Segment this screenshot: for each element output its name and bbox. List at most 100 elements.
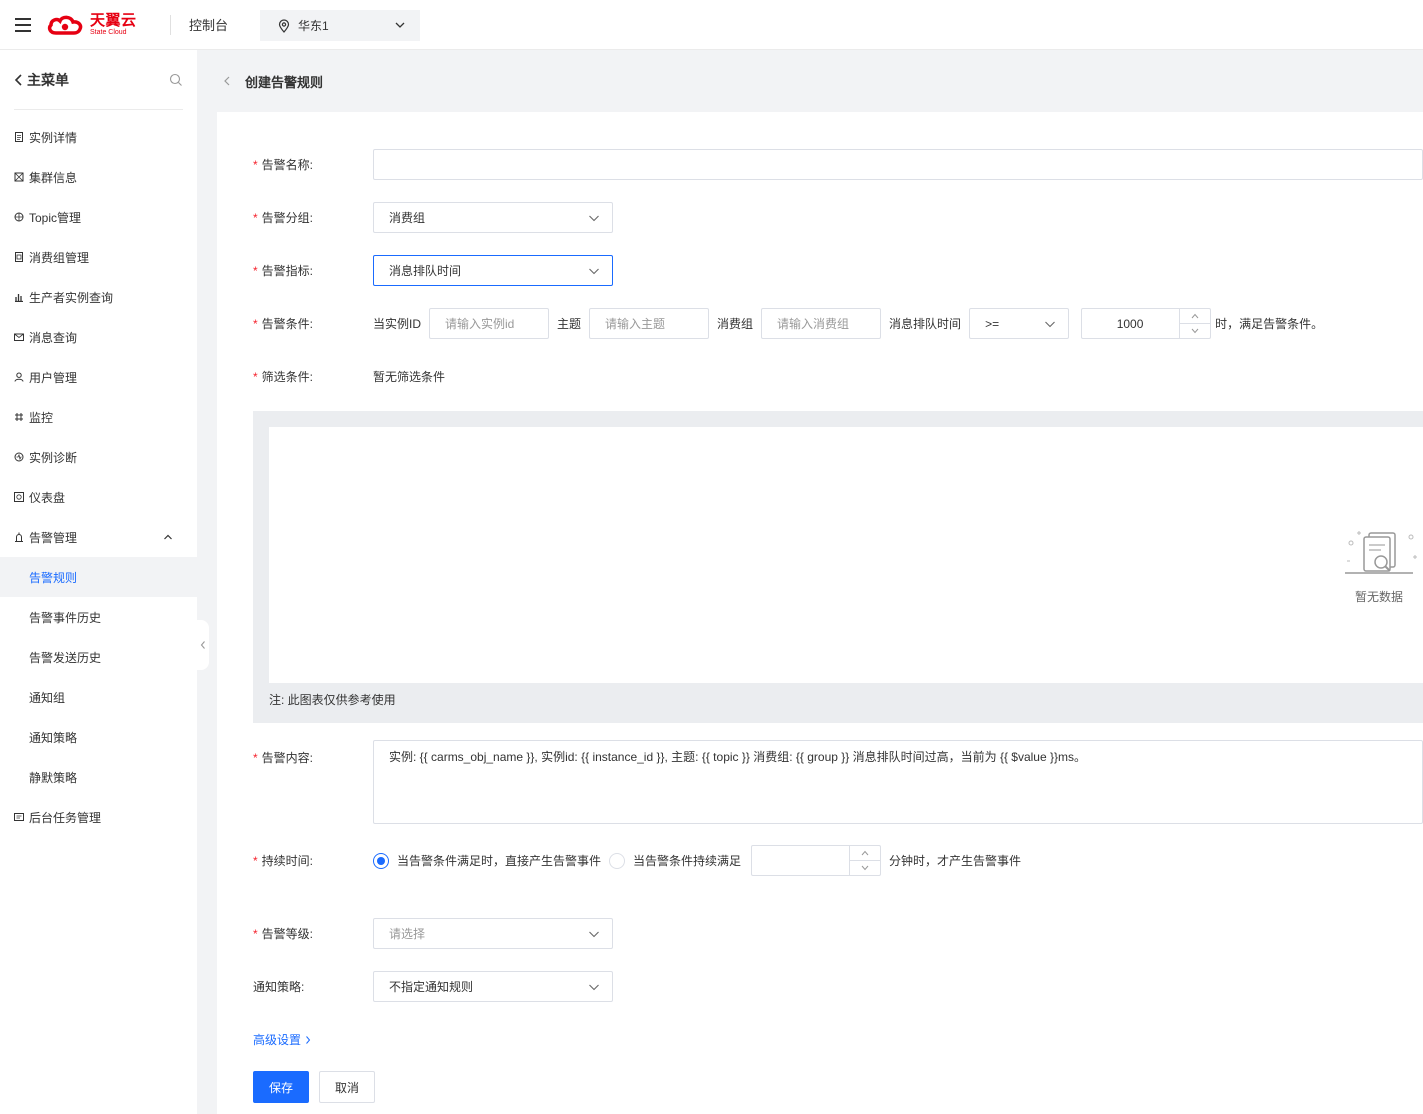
sidebar-item-label: 告警规则 [29, 570, 78, 585]
sidebar-item-producer[interactable]: 生产者实例查询 [0, 277, 197, 317]
sidebar: 主菜单 实例详情 集群信息 Topic管理 消费组管理 生产者实例查询 消息查询… [0, 50, 197, 1114]
chevron-up-icon [861, 850, 869, 856]
sidebar-item-monitor[interactable]: 监控 [0, 397, 197, 437]
sidebar-item-user[interactable]: 用户管理 [0, 357, 197, 397]
threshold-value: 1000 [1116, 316, 1144, 331]
logo[interactable]: 天翼云 State Cloud [46, 0, 156, 50]
chart-note: 注: 此图表仅供参考使用 [269, 693, 396, 707]
required-mark: * [253, 370, 258, 384]
alarm-content-textarea[interactable]: 实例: {{ carms_obj_name }}, 实例id: {{ insta… [373, 740, 1423, 824]
hamburger-menu-icon[interactable] [0, 0, 46, 50]
main-menu-back[interactable]: 主菜单 [14, 70, 69, 90]
sidebar-title: 主菜单 [27, 71, 69, 88]
alarm-group-select[interactable]: 消费组 [373, 202, 613, 233]
threshold-stepper[interactable]: 1000 [1081, 308, 1212, 339]
cluster-icon [14, 172, 24, 182]
select-value: >= [985, 316, 1000, 331]
chevron-left-icon [14, 73, 22, 86]
back-arrow-icon[interactable] [223, 75, 231, 87]
form-row-advanced: 高级设置 [253, 1031, 312, 1048]
save-button[interactable]: 保存 [253, 1071, 309, 1103]
select-value: 不指定通知规则 [389, 980, 474, 994]
advanced-settings-link[interactable]: 高级设置 [253, 1031, 312, 1048]
duration-immediate-radio[interactable]: 当告警条件满足时，直接产生告警事件 [373, 852, 601, 869]
instance-id-input[interactable]: 请输入实例id [429, 308, 550, 339]
location-pin-icon [278, 18, 290, 33]
duration-sustained-radio[interactable]: 当告警条件持续满足 [609, 852, 741, 869]
sidebar-item-label: 静默策略 [29, 770, 78, 785]
user-icon [14, 372, 24, 382]
duration-label: * 持续时间: [253, 854, 314, 868]
sidebar-item-alarm-management[interactable]: 告警管理 [0, 517, 197, 557]
radio-label: 当告警条件持续满足 [633, 854, 742, 868]
no-data-icon [1345, 531, 1417, 574]
chevron-up-icon [164, 534, 172, 540]
radio-checked [373, 852, 389, 869]
required-mark: * [253, 927, 258, 941]
empty-text: 暂无数据 [1354, 590, 1403, 604]
notify-policy-select[interactable]: 不指定通知规则 [373, 971, 613, 1002]
increment-button[interactable] [850, 846, 881, 861]
mail-icon [14, 333, 24, 341]
alarm-level-select[interactable]: 请选择 [373, 918, 613, 949]
required-mark: * [253, 317, 258, 331]
condition-instance-text: 当实例ID [373, 317, 422, 331]
topic-input[interactable]: 请输入主题 [589, 308, 710, 339]
decrement-button[interactable] [1180, 324, 1210, 338]
select-placeholder: 请选择 [389, 927, 426, 941]
decrement-button[interactable] [850, 861, 880, 875]
chart-preview-panel: 暂无数据 注: 此图表仅供参考使用 [253, 411, 1423, 723]
required-mark: * [253, 751, 258, 765]
sidebar-item-label: 消息查询 [29, 330, 78, 345]
form-card: * 告警名称: * 告警分组: 消费组 * 告警指标: 消息排队时间 * 告警条件: 当… [217, 112, 1423, 1114]
sidebar-item-cluster-info[interactable]: 集群信息 [0, 157, 197, 197]
region-label: 华东1 [298, 19, 329, 33]
sidebar-item-notify-policy[interactable]: 通知策略 [0, 717, 197, 757]
sidebar-item-notify-group[interactable]: 通知组 [0, 677, 197, 717]
dashboard-icon [14, 492, 24, 502]
sidebar-menu: 实例详情 集群信息 Topic管理 消费组管理 生产者实例查询 消息查询 用户管… [0, 117, 197, 837]
sidebar-item-label: 仪表盘 [29, 490, 66, 505]
logo-cn: 天翼云 [90, 12, 137, 29]
select-value: 消费组 [389, 211, 426, 225]
sidebar-item-label: 通知组 [29, 690, 66, 705]
sidebar-item-silence-policy[interactable]: 静默策略 [0, 757, 197, 797]
sidebar-item-label: 告警发送历史 [29, 650, 102, 665]
group-label: * 告警分组: [253, 211, 314, 225]
sidebar-item-instance-detail[interactable]: 实例详情 [0, 117, 197, 157]
chevron-down-icon [1191, 328, 1199, 334]
sidebar-item-alarm-rules[interactable]: 告警规则 [0, 557, 197, 597]
form-row-content: * 告警内容: 实例: {{ carms_obj_name }}, 实例id: {… [253, 740, 1423, 824]
sidebar-collapse-toggle[interactable] [197, 620, 209, 670]
duration-minutes-stepper[interactable] [751, 845, 882, 876]
sidebar-item-message-query[interactable]: 消息查询 [0, 317, 197, 357]
top-bar: 天翼云 State Cloud 控制台 [0, 0, 1423, 50]
grid-icon [14, 212, 24, 222]
region-selector[interactable]: 华东1 [260, 10, 420, 41]
sidebar-item-alarm-event-history[interactable]: 告警事件历史 [0, 597, 197, 637]
sidebar-item-task-management[interactable]: 后台任务管理 [0, 797, 197, 837]
sidebar-item-consumer-group[interactable]: 消费组管理 [0, 237, 197, 277]
page-header: 创建告警规则 [197, 50, 1423, 112]
console-link[interactable]: 控制台 [189, 15, 228, 34]
chevron-down-icon [589, 215, 599, 222]
cancel-button[interactable]: 取消 [319, 1071, 375, 1103]
alarm-name-input[interactable] [373, 149, 1423, 180]
sidebar-item-topic[interactable]: Topic管理 [0, 197, 197, 237]
consumer-group-input[interactable]: 请输入消费组 [761, 308, 882, 339]
sidebar-item-label: 实例详情 [29, 130, 78, 145]
form-row-name: * 告警名称: [253, 149, 1423, 180]
sidebar-item-alarm-send-history[interactable]: 告警发送历史 [0, 637, 197, 677]
task-icon [14, 813, 24, 821]
condition-topic-text: 主题 [557, 317, 582, 331]
alarm-metric-select[interactable]: 消息排队时间 [373, 255, 613, 286]
form-row-level: * 告警等级: 请选择 [253, 918, 613, 949]
sidebar-header: 主菜单 [14, 50, 183, 110]
sidebar-item-diagnose[interactable]: 实例诊断 [0, 437, 197, 477]
search-icon[interactable] [169, 73, 183, 87]
filter-label: * 筛选条件: [253, 370, 314, 384]
increment-button[interactable] [1180, 309, 1211, 324]
operator-select[interactable]: >= [969, 308, 1070, 339]
sidebar-item-dashboard[interactable]: 仪表盘 [0, 477, 197, 517]
advanced-label: 高级设置 [253, 1033, 302, 1047]
